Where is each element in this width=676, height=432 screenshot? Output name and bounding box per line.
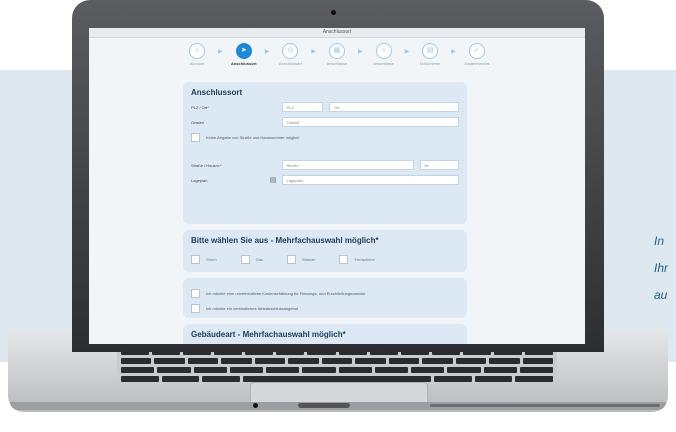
camera-icon [331, 10, 336, 15]
arrow-right-icon: ▶ [404, 49, 410, 55]
step-zusammenfassung[interactable]: ✓ Zusammenfas [462, 43, 492, 66]
grid-icon: ▦ [329, 43, 345, 59]
step-label: Anschlüsse [326, 61, 348, 66]
option-label: Wasser [302, 257, 316, 262]
step-label: Account [189, 61, 205, 66]
offer-section: Ich möchte eine unverbindliche Kostensch… [183, 278, 467, 318]
no-street-checkbox[interactable] [191, 132, 200, 142]
lageplan-input[interactable]: Lageplan [281, 175, 459, 185]
search-icon: ⌕ [375, 43, 392, 59]
step-anschlussart[interactable]: ◎ Anschlussart [275, 43, 305, 66]
checkbox[interactable] [287, 255, 297, 264]
option-label: Fernwärme [354, 257, 375, 262]
option-strom[interactable]: Strom [191, 255, 217, 264]
street-input[interactable]: Straße [281, 160, 414, 170]
step-label: Dokumente [420, 61, 441, 66]
house-number-input[interactable]: Nr. [419, 160, 459, 170]
option-fernwaerme[interactable]: Fernwärme [339, 255, 375, 264]
plz-label: PLZ / Ort* [191, 104, 209, 110]
section-title: Bitte wählen Sie aus - Mehrfachauswahl m… [191, 236, 379, 245]
option-label: Gas [255, 257, 264, 262]
arrow-right-icon: ▶ [358, 49, 363, 55]
building-type-section: Gebäudeart - Mehrfachauswahl möglich* [183, 324, 467, 344]
checkbox[interactable] [191, 255, 200, 264]
step-anschlussort[interactable]: ➤ Anschlussort [229, 43, 259, 66]
arrow-right-icon: ▶ [264, 49, 270, 55]
step-dokumente[interactable]: ▤ Dokumente [415, 43, 445, 66]
ortsteil-label: Ortsteil [191, 119, 204, 125]
anschlussort-section: Anschlussort PLZ / Ort* PLZ Ort Ortsteil… [183, 82, 467, 224]
arrow-right-icon: ▶ [218, 49, 223, 55]
binding-offer-label: Ich möchte ein verbindliches Netzanschlu… [206, 305, 299, 311]
plz-input[interactable]: PLZ [281, 102, 323, 112]
location-arrow-icon: ➤ [235, 43, 252, 59]
no-street-label: Keine Angabe von Straße und Hausnummer m… [206, 134, 300, 140]
step-anschluesse[interactable]: ▦ Anschlüsse [322, 43, 352, 66]
laptop-screen: Anschlussort ☺ Account ▶ ➤ Anschlussort … [89, 28, 585, 344]
arrow-right-icon: ▶ [451, 49, 456, 55]
person-icon: ☺ [189, 43, 206, 59]
side-text-line-3: au [654, 288, 668, 302]
section-title: Gebäudeart - Mehrfachauswahl möglich* [191, 330, 346, 339]
document-icon: ▤ [422, 43, 439, 59]
power-led [253, 403, 258, 408]
section-title: Anschlussort [191, 88, 243, 97]
step-account[interactable]: ☺ Account [182, 43, 212, 66]
option-label: Strom [206, 257, 217, 262]
cost-estimate-label: Ich möchte eine unverbindliche Kostensch… [206, 290, 366, 296]
side-text-line-2: Ihr [654, 261, 669, 275]
option-wasser[interactable]: Wasser [287, 255, 315, 264]
utility-choice-section: Bitte wählen Sie aus - Mehrfachauswahl m… [183, 230, 467, 272]
step-label: Anschlussort [230, 61, 257, 66]
progress-stepper: ☺ Account ▶ ➤ Anschlussort ▶ ◎ Anschluss… [89, 38, 585, 68]
laptop-slot [298, 403, 350, 408]
option-gas[interactable]: Gas [240, 255, 264, 264]
lageplan-label: Lageplan [191, 177, 208, 183]
window-title: Anschlussort [89, 28, 585, 38]
step-anschluesse-2[interactable]: ⌕ Anschlüsse [369, 43, 399, 66]
ort-input[interactable]: Ort [328, 102, 459, 112]
step-label: Zusammenfas [464, 61, 490, 66]
laptop-slot [430, 404, 660, 407]
location-pin-icon: ◎ [282, 43, 299, 59]
arrow-right-icon: ▶ [311, 49, 316, 55]
street-label: Straße / Hausnr.* [191, 162, 222, 168]
check-icon: ✓ [468, 43, 485, 59]
cost-estimate-checkbox[interactable] [191, 288, 200, 298]
checkbox[interactable] [240, 255, 250, 264]
ortsteil-input[interactable]: Ortsteil [281, 117, 459, 127]
binding-offer-checkbox[interactable] [191, 303, 200, 313]
side-text-line-1: In [654, 234, 665, 248]
checkbox[interactable] [339, 255, 349, 264]
step-label: Anschlüsse [373, 61, 394, 66]
map-icon[interactable]: ▤ [270, 176, 282, 184]
step-label: Anschlussart [278, 61, 302, 66]
